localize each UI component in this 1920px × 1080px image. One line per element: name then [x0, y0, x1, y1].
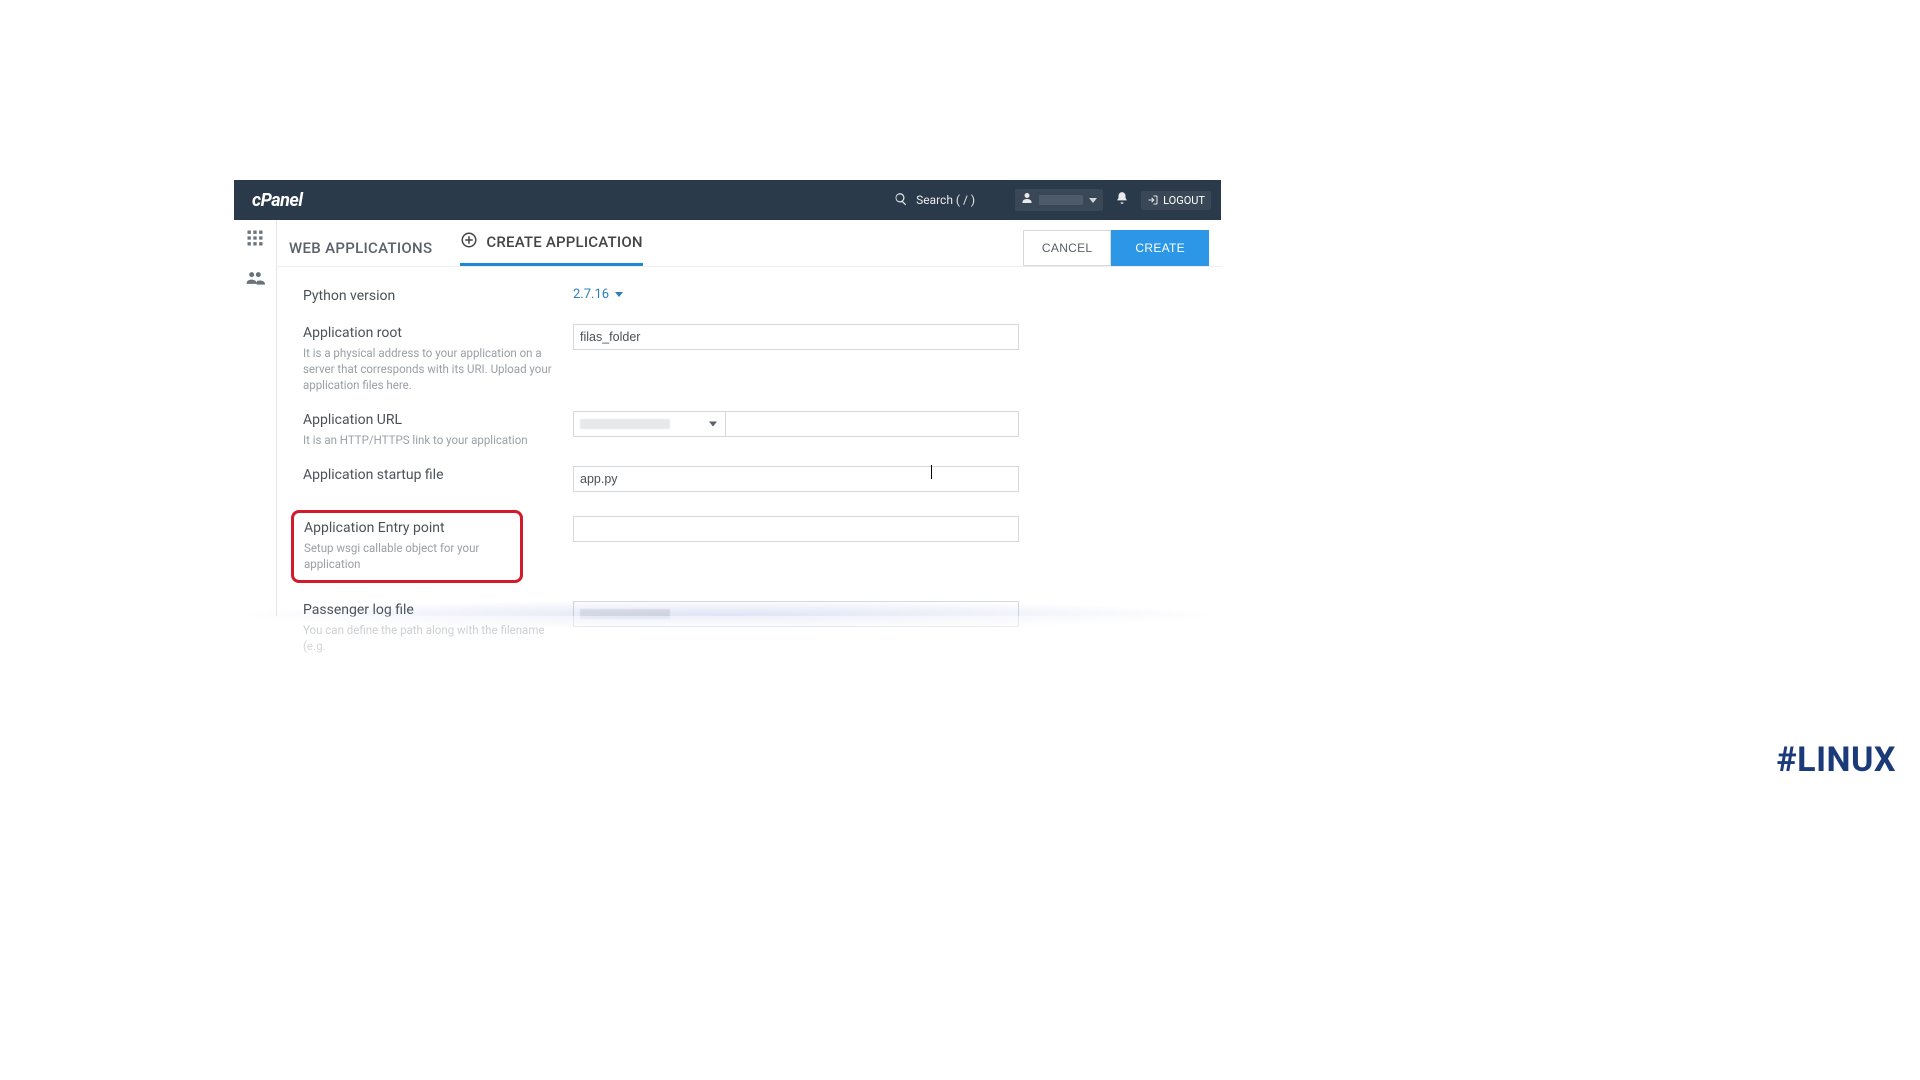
- log-file-hint: You can define the path along with the f…: [303, 622, 561, 654]
- text-cursor: [931, 465, 932, 479]
- plus-circle-icon: [460, 231, 478, 253]
- domain-select[interactable]: [574, 412, 726, 436]
- entry-point-input[interactable]: [573, 516, 1019, 542]
- apps-grid-icon[interactable]: [245, 228, 265, 252]
- create-button[interactable]: CREATE: [1111, 230, 1209, 266]
- python-version-dropdown[interactable]: 2.7.16: [573, 287, 1019, 302]
- log-file-input[interactable]: [573, 601, 1019, 627]
- chevron-down-icon: [615, 292, 623, 297]
- search-placeholder-text: Search ( / ): [916, 193, 975, 207]
- topbar: cPanel Search ( / ) LOGOUT: [234, 180, 1221, 220]
- cancel-button[interactable]: CANCEL: [1023, 230, 1111, 266]
- sidebar: [234, 220, 277, 616]
- main-panel: WEB APPLICATIONS CREATE APPLICATION CANC…: [277, 220, 1221, 616]
- breadcrumb-root[interactable]: WEB APPLICATIONS: [289, 239, 432, 257]
- domain-obscured: [580, 419, 670, 429]
- startup-file-input[interactable]: [573, 466, 1019, 492]
- log-file-obscured: [580, 609, 670, 619]
- entry-point-highlight: Application Entry point Setup wsgi calla…: [291, 510, 523, 583]
- application-root-label: Application root: [303, 324, 561, 343]
- application-url-field: [573, 411, 1019, 437]
- startup-file-label: Application startup file: [303, 466, 561, 485]
- entry-point-hint: Setup wsgi callable object for your appl…: [304, 540, 510, 572]
- application-url-hint: It is an HTTP/HTTPS link to your applica…: [303, 432, 561, 448]
- logout-button[interactable]: LOGOUT: [1141, 191, 1211, 210]
- search-icon: [894, 192, 908, 209]
- breadcrumb-current[interactable]: CREATE APPLICATION: [460, 231, 642, 266]
- username-obscured: [1039, 195, 1083, 205]
- url-path-input[interactable]: [726, 412, 1018, 436]
- search-area[interactable]: Search ( / ): [894, 192, 975, 209]
- hashtag-linux: #LINUX: [1777, 740, 1896, 780]
- chevron-down-icon: [1089, 198, 1097, 203]
- python-version-label: Python version: [303, 287, 561, 306]
- logout-label: LOGOUT: [1163, 194, 1205, 207]
- cpanel-window: cPanel Search ( / ) LOGOUT: [234, 180, 1221, 616]
- users-icon[interactable]: [245, 268, 265, 292]
- application-url-label: Application URL: [303, 411, 561, 430]
- python-version-value: 2.7.16: [573, 287, 609, 302]
- breadcrumb-current-label: CREATE APPLICATION: [486, 233, 642, 251]
- cpanel-logo: cPanel: [252, 190, 302, 211]
- application-root-hint: It is a physical address to your applica…: [303, 345, 561, 393]
- notifications-icon[interactable]: [1115, 191, 1129, 209]
- chevron-down-icon: [709, 422, 717, 427]
- breadcrumb-tabs: WEB APPLICATIONS CREATE APPLICATION CANC…: [277, 220, 1221, 266]
- user-icon: [1021, 192, 1033, 208]
- entry-point-label: Application Entry point: [304, 519, 510, 538]
- log-file-label: Passenger log file: [303, 601, 561, 620]
- user-menu[interactable]: [1015, 189, 1103, 211]
- create-application-form: Python version 2.7.16 Application root I…: [277, 267, 1221, 654]
- application-root-input[interactable]: [573, 324, 1019, 350]
